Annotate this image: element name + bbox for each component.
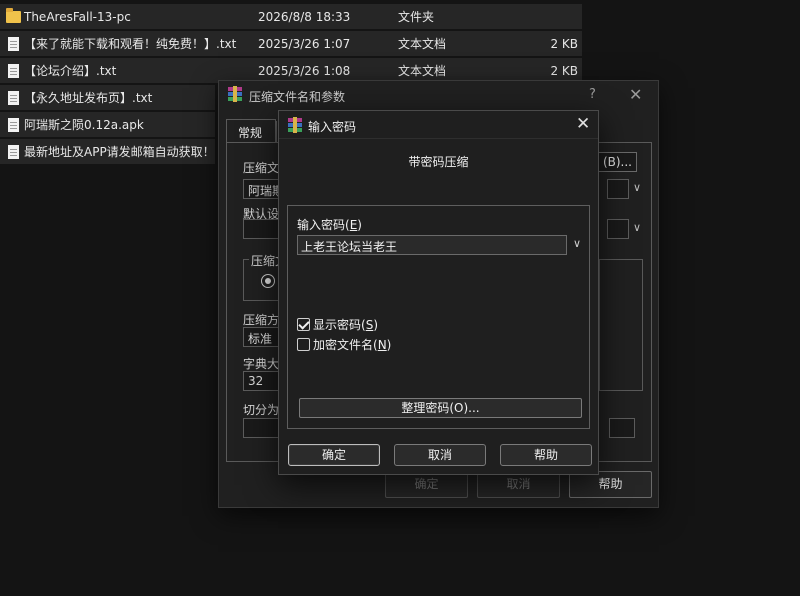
file-type: 文本文档 — [398, 37, 447, 51]
help-button[interactable]: 帮助 — [569, 471, 652, 498]
method-select[interactable]: 标准 — [243, 327, 283, 347]
text-file-icon — [8, 36, 19, 51]
encrypt-filenames-label: 加密文件名(N) — [313, 338, 392, 352]
checkbox-checked[interactable] — [297, 318, 310, 331]
ok-button[interactable]: 确定 — [385, 471, 468, 498]
split-label: 切分为 — [243, 403, 280, 417]
password-dialog: 输入密码 ✕ 带密码压缩 输入密码(E) 上老王论坛当老王 ∨ 显示密码(S) … — [278, 110, 599, 475]
dialog-title: 输入密码 — [308, 120, 357, 134]
ok-button[interactable]: 确定 — [288, 444, 380, 466]
file-size: 2 KB — [550, 36, 578, 51]
file-row[interactable]: 阿瑞斯之陨0.12a.apk — [0, 112, 215, 137]
file-name: 【论坛介绍】.txt — [24, 64, 117, 78]
file-name: 【来了就能下载和观看！纯免费！】.txt — [24, 37, 237, 51]
help-icon[interactable]: ? — [589, 87, 596, 102]
show-password-checkbox[interactable]: 显示密码(S) — [297, 316, 378, 333]
file-date: 2025/3/26 1:08 — [258, 63, 351, 78]
file-row[interactable]: 【来了就能下载和观看！纯免费！】.txt 2025/3/26 1:07 文本文档… — [0, 31, 582, 56]
file-date: 2025/3/26 1:07 — [258, 36, 351, 51]
file-name: 【永久地址发布页】.txt — [24, 91, 153, 105]
file-size: 2 KB — [550, 63, 578, 78]
file-date: 2026/8/8 18:33 — [258, 9, 351, 24]
organize-passwords-button[interactable]: 整理密码(O)... — [299, 398, 582, 418]
chevron-down-icon[interactable]: ∨ — [633, 221, 641, 234]
profile-select[interactable] — [243, 219, 283, 239]
cancel-button[interactable]: 取消 — [394, 444, 486, 466]
password-input[interactable]: 上老王论坛当老王 — [297, 235, 567, 255]
text-file-icon — [8, 90, 19, 105]
dialog-title: 压缩文件名和参数 — [249, 90, 346, 104]
cancel-button[interactable]: 取消 — [477, 471, 560, 498]
text-file-icon — [8, 144, 19, 159]
dictionary-select[interactable]: 32 — [243, 371, 283, 391]
file-row[interactable]: TheAresFall-13-pc 2026/8/8 18:33 文件夹 — [0, 4, 582, 29]
method-label: 压缩方 — [243, 313, 280, 327]
file-type: 文本文档 — [398, 64, 447, 78]
format-radio[interactable] — [261, 274, 275, 288]
folder-icon — [6, 7, 21, 23]
encrypt-filenames-checkbox[interactable]: 加密文件名(N) — [297, 336, 391, 353]
dialog-titlebar: 输入密码 ✕ — [279, 111, 598, 139]
file-name: TheAresFall-13-pc — [24, 9, 131, 24]
file-row[interactable]: 最新地址及APP请发邮箱自动获取！！ — [0, 139, 215, 164]
chevron-down-icon[interactable]: ∨ — [569, 234, 585, 254]
dialog-titlebar: 压缩文件名和参数 ? ✕ — [219, 81, 658, 111]
split-unit-field[interactable] — [609, 418, 635, 438]
profile-select-right[interactable] — [607, 219, 629, 239]
file-type: 文件夹 — [398, 10, 435, 24]
chevron-down-icon[interactable]: ∨ — [633, 181, 641, 194]
archive-name-input[interactable]: 阿瑞斯 — [243, 179, 283, 199]
password-label: 输入密码(E) — [297, 218, 362, 232]
file-row[interactable]: 【永久地址发布页】.txt — [0, 85, 215, 110]
file-name: 阿瑞斯之陨0.12a.apk — [24, 118, 144, 132]
archive-name-label: 压缩文 — [243, 161, 280, 175]
browse-button[interactable]: (B)... — [593, 152, 637, 172]
close-icon[interactable]: ✕ — [576, 114, 590, 134]
dictionary-label: 字典大 — [243, 357, 280, 371]
archive-name-dropdown-field[interactable] — [607, 179, 629, 199]
options-group — [599, 259, 643, 391]
file-name: 最新地址及APP请发邮箱自动获取！！ — [24, 145, 215, 159]
text-file-icon — [8, 63, 19, 78]
winrar-icon — [288, 117, 302, 133]
close-icon[interactable]: ✕ — [629, 85, 642, 104]
file-icon — [8, 117, 19, 132]
password-group: 输入密码(E) 上老王论坛当老王 ∨ 显示密码(S) 加密文件名(N) 整理密码… — [287, 205, 590, 429]
winrar-icon — [228, 86, 242, 102]
checkbox-unchecked[interactable] — [297, 338, 310, 351]
split-input[interactable] — [243, 418, 283, 438]
help-button[interactable]: 帮助 — [500, 444, 592, 466]
tab-general[interactable]: 常规 — [226, 119, 276, 143]
dialog-heading: 带密码压缩 — [408, 155, 469, 169]
show-password-label: 显示密码(S) — [313, 318, 378, 332]
